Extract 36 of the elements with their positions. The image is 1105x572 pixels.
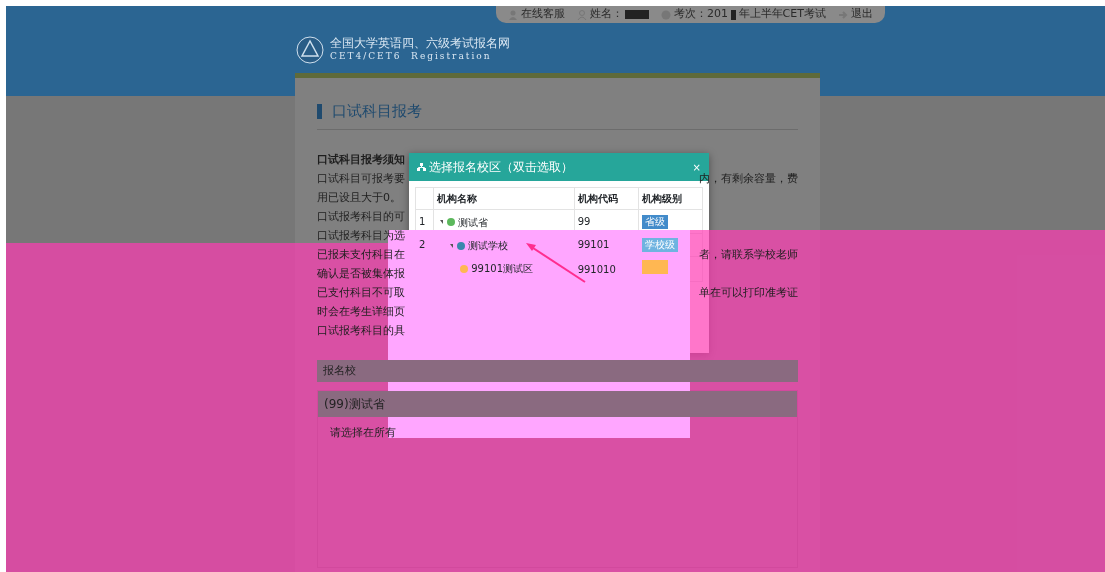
row-number: 2 <box>419 239 426 251</box>
panel-text: 请选择在所有 <box>329 425 397 441</box>
org-code: 991010 <box>577 263 616 275</box>
page-title: 口试科目报考 <box>332 101 422 122</box>
note-text: 已支付科目不可取 <box>317 284 405 301</box>
note-text: 单在可以打印准考证 <box>699 284 798 301</box>
site-title: 全国大学英语四、六级考试报名网 <box>330 36 510 50</box>
site-subtitle: CET4/CET6 Registration <box>330 49 493 63</box>
note-text: 时会在考生详细页 <box>317 303 405 320</box>
note-text: 口试报考科目的可 <box>317 208 405 225</box>
level-tag: 学校级 <box>641 238 678 253</box>
org-code: 99 <box>577 215 591 227</box>
org-name: 测试省 <box>458 215 489 230</box>
top-bar-label: 考次：201 <box>674 6 728 23</box>
note-text: 口试科目报考须知 <box>317 151 405 168</box>
org-name: 99101测试区 <box>471 262 534 277</box>
top-bar-label: 姓名： <box>589 6 623 23</box>
note-text: 已报未支付科目在 <box>317 246 405 263</box>
modal-title: 选择报名校区（双击选取） <box>428 159 573 176</box>
logout-link[interactable]: 退出 <box>850 6 873 23</box>
note-text: 口试科目可报考要 <box>317 170 405 187</box>
panel-title: (99)测试省 <box>318 391 797 417</box>
note-text: 用已设且大于0。 <box>317 189 401 206</box>
org-name: 测试学校 <box>468 239 509 253</box>
column-header: 机构代码 <box>574 187 639 210</box>
column-header: 机构级别 <box>638 187 703 210</box>
column-header: 机构名称 <box>433 187 575 210</box>
panel-label: 报名校 <box>317 359 798 382</box>
org-code: 99101 <box>577 239 610 251</box>
note-text: 口试报考科目的具 <box>317 322 405 339</box>
level-tag: 省级 <box>641 214 668 229</box>
note-text: 确认是否被集体报 <box>317 265 405 282</box>
support-link[interactable]: 在线客服 <box>520 6 565 23</box>
top-bar-label: 年上半年CET考试 <box>738 6 826 23</box>
row-number: 1 <box>419 215 426 227</box>
note-text: 内，有剩余容量，费 <box>699 171 798 187</box>
